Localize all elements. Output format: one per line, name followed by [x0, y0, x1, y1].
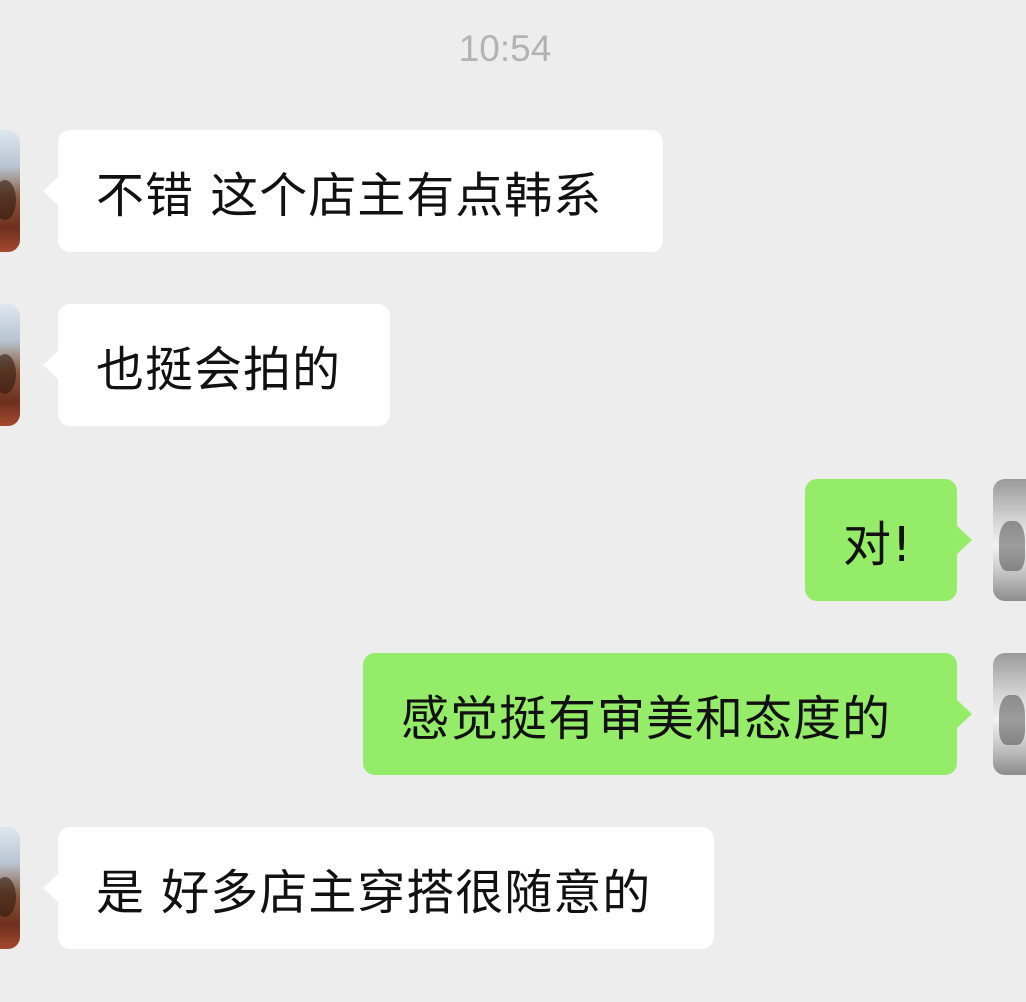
message-text: 也挺会拍的: [96, 342, 342, 398]
message-text: 对!: [843, 517, 913, 573]
incoming-message-bubble[interactable]: 也挺会拍的: [43, 304, 390, 426]
message-text: 不错 这个店主有点韩系: [96, 168, 603, 224]
contact-avatar-icon[interactable]: [0, 827, 20, 949]
message-text: 感觉挺有审美和态度的: [401, 691, 892, 747]
contact-avatar-icon[interactable]: [0, 304, 20, 426]
message-text: 是 好多店主穿搭很随意的: [96, 865, 652, 921]
self-avatar-icon[interactable]: [993, 653, 1026, 775]
self-avatar-icon[interactable]: [993, 479, 1026, 601]
message-timestamp: 10:54: [458, 28, 552, 69]
incoming-message-bubble[interactable]: 不错 这个店主有点韩系: [43, 130, 663, 252]
contact-avatar-icon[interactable]: [0, 130, 20, 252]
incoming-message-bubble[interactable]: 是 好多店主穿搭很随意的: [43, 827, 714, 949]
outgoing-message-bubble[interactable]: 对!: [805, 479, 972, 601]
outgoing-message-bubble[interactable]: 感觉挺有审美和态度的: [363, 653, 972, 775]
